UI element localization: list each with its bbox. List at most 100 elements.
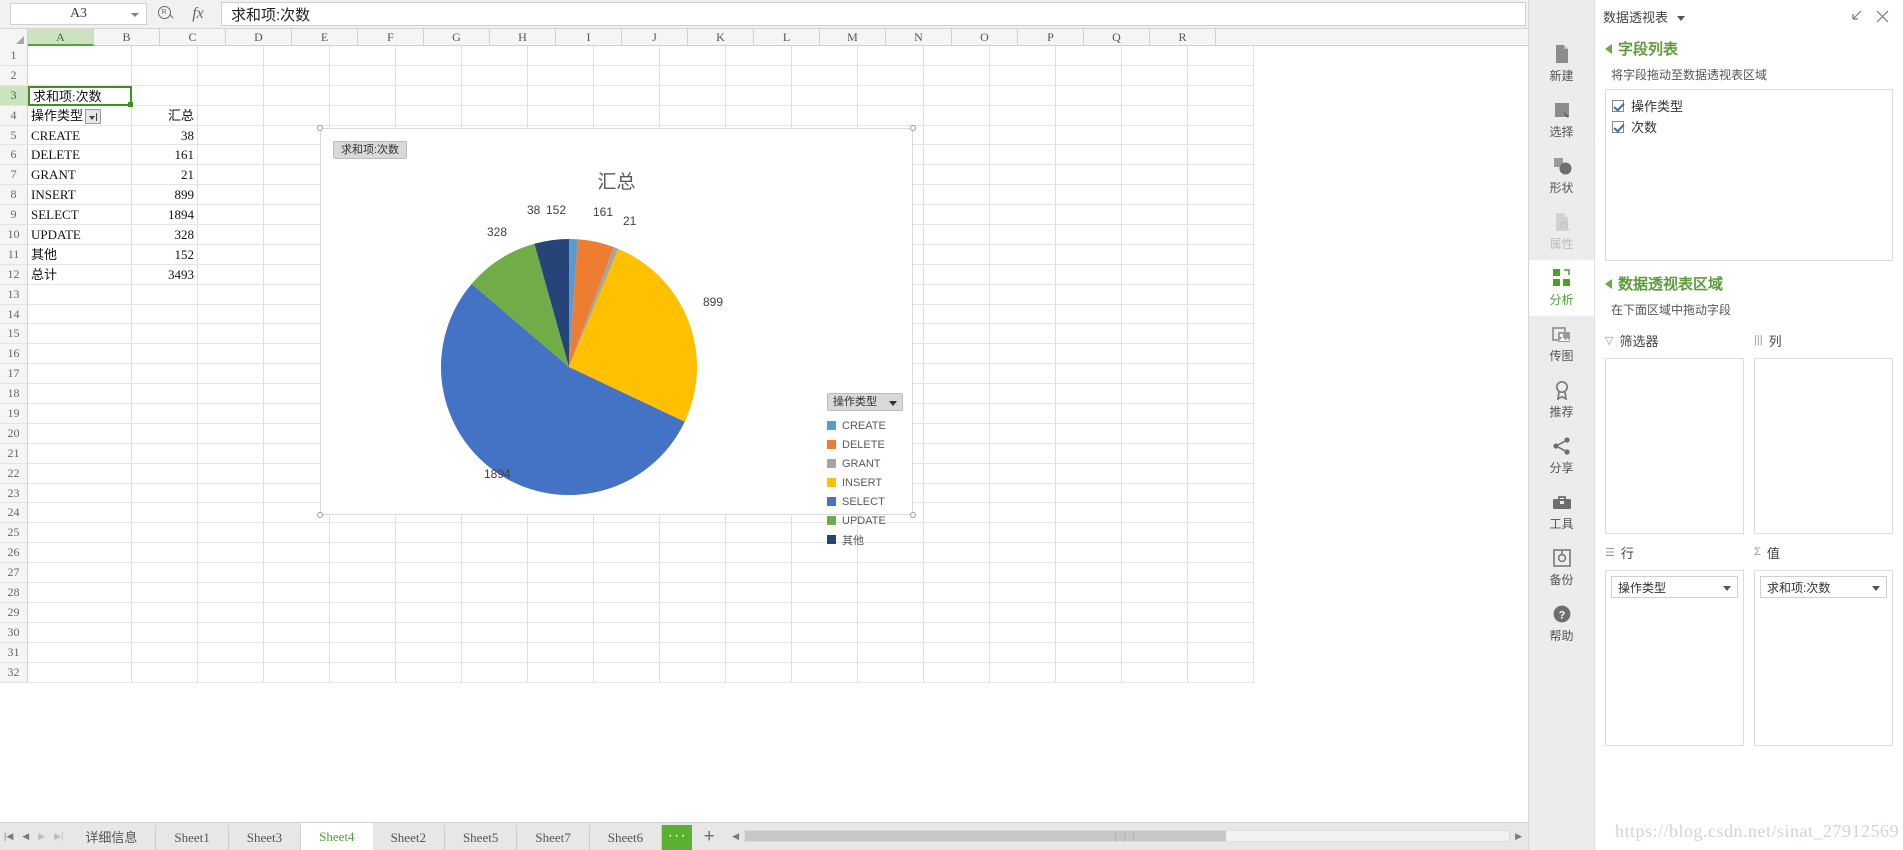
grid-cell-K2[interactable]	[726, 65, 792, 86]
column-header-N[interactable]: N	[886, 29, 952, 46]
grid-cell-K30[interactable]	[726, 622, 792, 643]
grid-cell-Q17[interactable]	[1122, 364, 1188, 385]
grid-cell-O29[interactable]	[990, 602, 1056, 623]
grid-cell-P14[interactable]	[1056, 304, 1122, 325]
grid-row[interactable]: 1	[0, 46, 1528, 66]
grid-cell-H4[interactable]	[528, 105, 594, 126]
grid-cell-Q25[interactable]	[1122, 523, 1188, 544]
grid-cell-C9[interactable]	[198, 205, 264, 226]
grid-cell-Q14[interactable]	[1122, 304, 1188, 325]
grid-cell-A29[interactable]	[28, 602, 132, 623]
grid-cell-P12[interactable]	[1056, 264, 1122, 285]
row-header-13[interactable]: 13	[0, 284, 28, 305]
grid-cell-R18[interactable]	[1188, 384, 1254, 405]
grid-cell-A15[interactable]	[28, 324, 132, 345]
grid-cell-C16[interactable]	[198, 344, 264, 365]
grid-cell-C11[interactable]	[198, 244, 264, 265]
grid-cell-P30[interactable]	[1056, 622, 1122, 643]
row-header-25[interactable]: 25	[0, 523, 28, 544]
grid-cell-G4[interactable]	[462, 105, 528, 126]
grid-cell-C3[interactable]	[198, 85, 264, 106]
grid-cell-Q30[interactable]	[1122, 622, 1188, 643]
grid-cell-F1[interactable]	[396, 46, 462, 66]
legend-item-INSERT[interactable]: INSERT	[827, 473, 909, 492]
sheet-tab-Sheet3[interactable]: Sheet3	[228, 825, 302, 850]
legend-item-GRANT[interactable]: GRANT	[827, 454, 909, 473]
grid-cell-O8[interactable]	[990, 185, 1056, 206]
grid-cell-L3[interactable]	[792, 85, 858, 106]
grid-cell-D26[interactable]	[264, 543, 330, 564]
grid-cell-D30[interactable]	[264, 622, 330, 643]
row-header-23[interactable]: 23	[0, 483, 28, 504]
grid-cell-N15[interactable]	[924, 324, 990, 345]
grid-cell-P15[interactable]	[1056, 324, 1122, 345]
grid-cell-E28[interactable]	[330, 583, 396, 603]
grid-cell-B29[interactable]	[132, 602, 198, 623]
grid-cell-J3[interactable]	[660, 85, 726, 106]
column-header-I[interactable]: I	[556, 29, 622, 46]
grid-cell-H31[interactable]	[528, 642, 594, 663]
grid-cell-O19[interactable]	[990, 404, 1056, 424]
grid-cell-R14[interactable]	[1188, 304, 1254, 325]
checkbox-icon[interactable]	[1612, 99, 1624, 112]
grid-cell-A16[interactable]	[28, 344, 132, 365]
field-row-operation-type[interactable]: 操作类型	[1612, 95, 1886, 116]
grid-cell-J29[interactable]	[660, 602, 726, 623]
grid-cell-N11[interactable]	[924, 244, 990, 265]
column-header-P[interactable]: P	[1018, 29, 1084, 46]
row-header-12[interactable]: 12	[0, 264, 28, 285]
grid-cell-N21[interactable]	[924, 443, 990, 464]
row-header-2[interactable]: 2	[0, 65, 28, 86]
grid-cell-O3[interactable]	[990, 85, 1056, 106]
grid-cell-O7[interactable]	[990, 165, 1056, 186]
grid-cell-Q26[interactable]	[1122, 543, 1188, 564]
grid-cell-Q2[interactable]	[1122, 65, 1188, 86]
pivot-chart[interactable]: 求和项:次数 汇总 38 161 21 899 1894 328 152 操作类…	[317, 125, 916, 547]
grid-cell-E31[interactable]	[330, 642, 396, 663]
grid-cell-B26[interactable]	[132, 543, 198, 564]
column-header-J[interactable]: J	[622, 29, 688, 46]
grid-cell-B2[interactable]	[132, 65, 198, 86]
sheet-tab-Sheet5[interactable]: Sheet5	[444, 825, 518, 850]
grid-cell-M1[interactable]	[858, 46, 924, 66]
grid-cell-K26[interactable]	[726, 543, 792, 564]
grid-cell-L28[interactable]	[792, 583, 858, 603]
grid-cell-G29[interactable]	[462, 602, 528, 623]
grid-cell-P27[interactable]	[1056, 563, 1122, 584]
grid-cell-F29[interactable]	[396, 602, 462, 623]
grid-cell-R24[interactable]	[1188, 503, 1254, 524]
grid-cell-N8[interactable]	[924, 185, 990, 206]
grid-cell-H27[interactable]	[528, 563, 594, 584]
row-header-16[interactable]: 16	[0, 344, 28, 365]
grid-cell-E27[interactable]	[330, 563, 396, 584]
grid-cell-O22[interactable]	[990, 463, 1056, 484]
column-header-G[interactable]: G	[424, 29, 490, 46]
sheet-tab-详细信息[interactable]: 详细信息	[67, 825, 157, 850]
grid-cell-L31[interactable]	[792, 642, 858, 663]
grid-cell-O17[interactable]	[990, 364, 1056, 385]
chart-legend[interactable]: 操作类型 CREATE DELETE GRANT INSERT SELECT UPDATE…	[827, 393, 909, 549]
sheet-tabs[interactable]: 详细信息 Sheet1 Sheet3 Sheet4 Sheet2 Sheet5 Sheet7…	[67, 822, 663, 850]
grid-cell-Q21[interactable]	[1122, 443, 1188, 464]
grid-cell-R10[interactable]	[1188, 225, 1254, 245]
grid-cell-J32[interactable]	[660, 662, 726, 683]
grid-cell-O28[interactable]	[990, 583, 1056, 603]
row-header-18[interactable]: 18	[0, 384, 28, 405]
grid-cell-Q27[interactable]	[1122, 563, 1188, 584]
grid-cell-F28[interactable]	[396, 583, 462, 603]
grid-cell-C2[interactable]	[198, 65, 264, 86]
fill-handle[interactable]	[128, 101, 133, 107]
grid-cell-M32[interactable]	[858, 662, 924, 683]
grid-cell-C24[interactable]	[198, 503, 264, 524]
grid-cell-K31[interactable]	[726, 642, 792, 663]
rail-item-新建[interactable]: 新建	[1529, 36, 1594, 92]
grid-cell-B6[interactable]: 161	[132, 145, 198, 166]
sheet-tab-Sheet2[interactable]: Sheet2	[372, 825, 445, 850]
grid-cell-N6[interactable]	[924, 145, 990, 166]
grid-cell-A2[interactable]	[28, 65, 132, 86]
grid-cell-R20[interactable]	[1188, 423, 1254, 444]
grid-cell-R31[interactable]	[1188, 642, 1254, 663]
grid-cell-D32[interactable]	[264, 662, 330, 683]
areas-section-header[interactable]: 数据透视表区域	[1595, 267, 1903, 298]
grid-cell-I2[interactable]	[594, 65, 660, 86]
